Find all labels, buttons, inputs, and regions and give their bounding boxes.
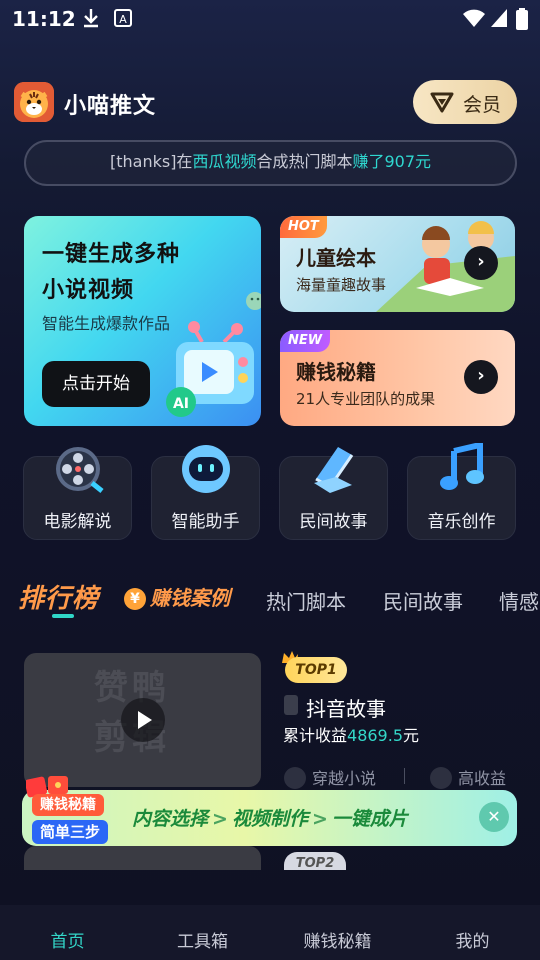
smile-icon [246,292,261,310]
music-note-icon [439,443,484,490]
video-thumbnail[interactable]: 赞鸭 剪辑 [24,653,261,787]
bottom-nav: 首页 工具箱 赚钱秘籍 我的 [0,905,540,960]
image-icon [430,767,452,789]
close-icon[interactable]: ✕ [479,802,509,832]
earn-label: 累计收益 [283,726,348,745]
step-separator: > [311,808,328,830]
rank-badge: TOP1 [285,657,347,683]
hot-tag: HOT [280,216,327,238]
money-secrets-card[interactable]: NEW 赚钱秘籍 21人专业团队的成果 › [280,330,515,426]
svg-text:A: A [119,13,127,26]
kids-card-subtitle: 海量童趣故事 [296,276,387,294]
step-2: 视频制作 [231,808,308,830]
script-icon [284,695,298,715]
tab-folk-stories[interactable]: 民间故事 [383,586,463,615]
battery-icon [516,8,528,30]
coin-icon: ¥ [124,588,146,610]
shortcut-label: 民间故事 [299,512,368,532]
money-card-title: 赚钱秘籍 [296,360,376,384]
shortcut-movie-commentary[interactable]: 电影解说 [23,447,132,540]
chevron-right-icon[interactable]: › [464,360,498,394]
item-earnings: 累计收益4869.5元 [283,722,419,746]
nav-toolbox[interactable]: 工具箱 [135,927,270,952]
shortcut-smart-assistant[interactable]: 智能助手 [151,445,260,540]
app-logo-tiger-icon [14,82,54,122]
notice-middle: 合成热门脚本 [256,152,353,171]
category-tabs: 排行榜 ¥ 赚钱案例 热门脚本 民间故事 情感 [0,574,540,618]
vip-button[interactable]: 会员 [413,80,517,124]
shortcut-music-creation[interactable]: 音乐创作 [407,443,516,540]
book-icon [313,447,353,493]
tab-hot-scripts[interactable]: 热门脚本 [266,586,346,615]
shortcut-label: 智能助手 [171,512,240,532]
ai-tv-illustration-icon: AI [166,321,254,417]
step-1: 内容选择 [132,808,209,830]
tag-high-income: 高收益 [430,765,506,789]
robot-icon [181,445,230,493]
tab-ranking[interactable]: 排行榜 [18,578,99,615]
wifi-icon [463,9,485,27]
nav-me[interactable]: 我的 [405,927,540,952]
banner-badge-top: 赚钱秘籍 [32,794,104,816]
status-time: 11:12 [12,7,76,31]
kids-card-title: 儿童绘本 [296,246,376,270]
hero-subtitle: 智能生成爆款作品 [42,314,171,333]
divider [404,768,405,784]
nav-home[interactable]: 首页 [0,927,135,952]
chevron-right-icon[interactable]: › [464,246,498,280]
active-tab-indicator [52,614,74,618]
notice-prefix: [thanks]在 [109,152,193,171]
banner-steps: 内容选择 > 视频制作 > 一键成片 [132,804,408,831]
earn-value: 4869.5 [347,726,403,745]
shortcut-folk-stories[interactable]: 民间故事 [279,447,388,540]
keyboard-app-icon: A [114,9,132,27]
tab-emotion[interactable]: 情感 [499,586,539,615]
app-header: 小喵推文 会员 [0,76,540,128]
notice-earned: 赚了907元 [352,152,432,171]
download-icon [84,9,98,28]
earnings-notice[interactable]: [thanks]在西瓜视频合成热门脚本赚了907元 [24,140,517,186]
start-button[interactable]: 点击开始 [42,361,150,407]
tab-money-cases-label: 赚钱案例 [150,586,230,610]
shortcut-label: 音乐创作 [427,512,496,532]
film-reel-icon [55,447,104,493]
nav-money-secrets[interactable]: 赚钱秘籍 [270,927,405,952]
step-3: 一键成片 [331,808,408,830]
kids-picture-book-card[interactable]: HOT 儿童绘本 海量童趣故事 › [280,216,515,312]
ai-badge: AI [173,396,189,412]
tab-money-cases[interactable]: ¥ 赚钱案例 [124,582,230,611]
item-title[interactable]: 抖音故事 [306,693,386,722]
hero-title-line1: 一键生成多种 [42,242,181,267]
three-steps-banner[interactable]: 赚钱秘籍 简单三步 内容选择 > 视频制作 > 一键成片 ✕ [22,776,517,846]
play-icon[interactable] [121,698,165,742]
status-bar: 11:12 A [0,0,540,36]
step-separator: > [212,808,228,830]
book-open-icon [284,767,306,789]
new-tag: NEW [280,330,331,352]
tag-label: 高收益 [458,769,507,788]
tag-time-travel-novel: 穿越小说 [284,765,376,789]
generate-video-card[interactable]: 一键生成多种 小说视频 智能生成爆款作品 点击开始 AI [24,216,261,426]
shortcut-label: 电影解说 [43,512,112,532]
vip-label: 会员 [463,94,502,116]
app-title: 小喵推文 [64,94,157,119]
money-card-subtitle: 21人专业团队的成果 [296,390,436,408]
hero-title-line2: 小说视频 [42,278,135,303]
rank-badge-2: TOP2 [284,852,346,870]
tag-label: 穿越小说 [312,769,377,788]
banner-badge-bottom: 简单三步 [32,820,109,844]
notice-platform: 西瓜视频 [192,152,257,171]
earn-unit: 元 [403,726,420,745]
diamond-icon [430,92,454,113]
video-thumbnail-2[interactable] [24,846,261,870]
signal-icon [491,9,507,27]
